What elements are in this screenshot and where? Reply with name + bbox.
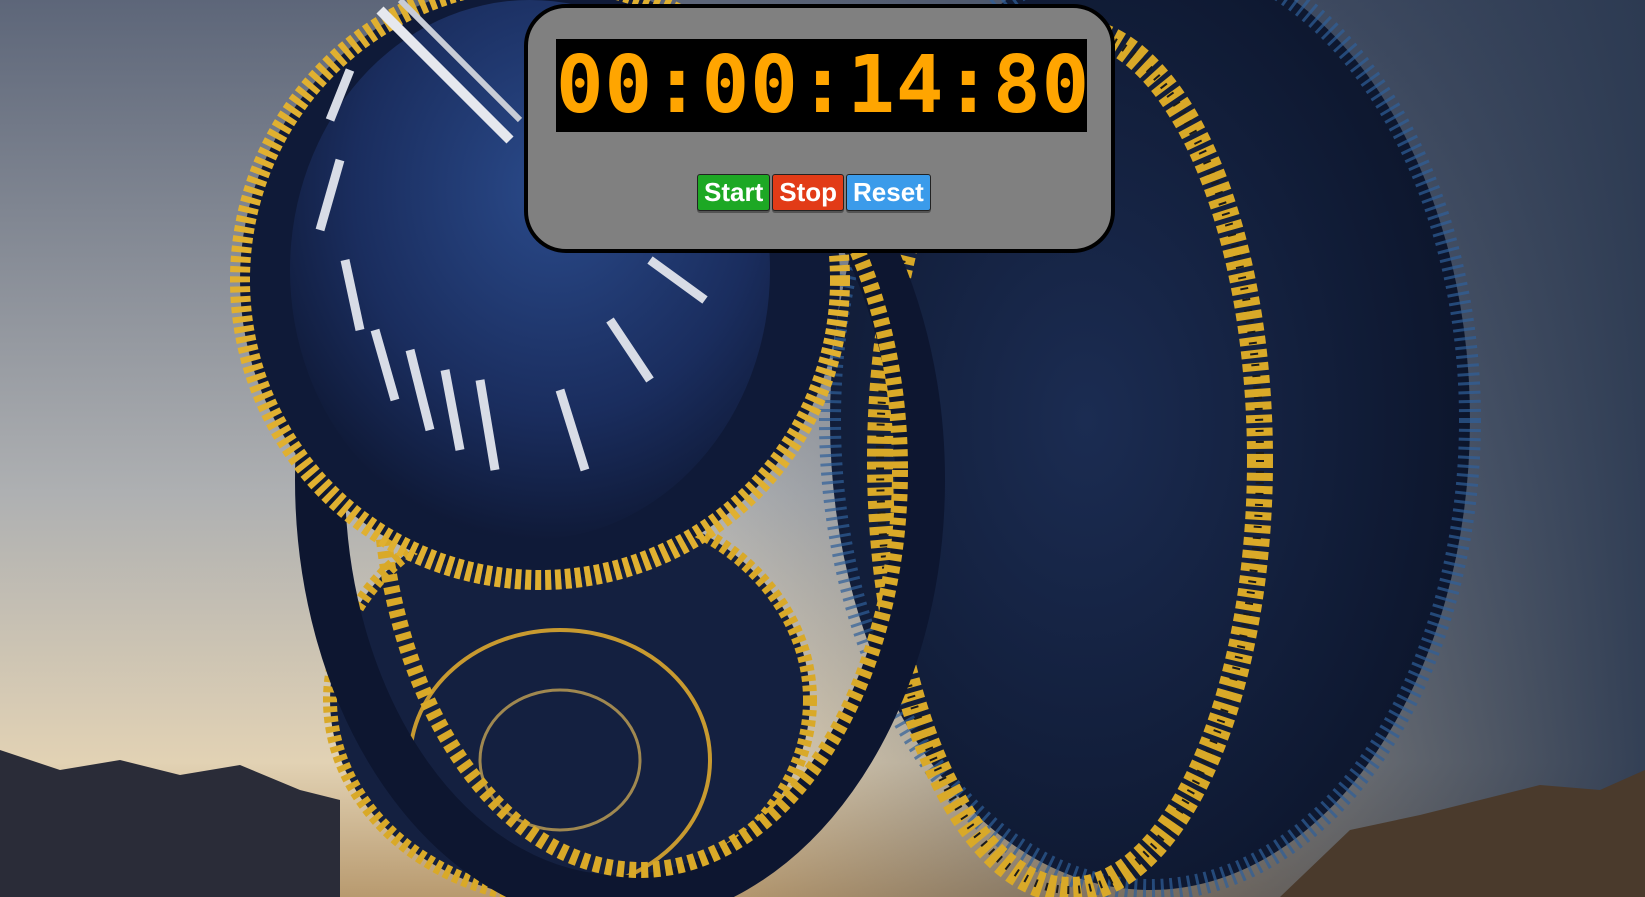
reset-button[interactable]: Reset bbox=[846, 174, 931, 211]
start-button[interactable]: Start bbox=[697, 174, 771, 211]
stop-button[interactable]: Stop bbox=[772, 174, 845, 211]
stopwatch-page: 00:00:14:80 Start Stop Reset bbox=[0, 0, 1645, 897]
stopwatch-panel: 00:00:14:80 Start Stop Reset bbox=[524, 4, 1115, 253]
time-display: 00:00:14:80 bbox=[556, 39, 1091, 132]
stopwatch-controls: Start Stop Reset bbox=[697, 174, 931, 211]
